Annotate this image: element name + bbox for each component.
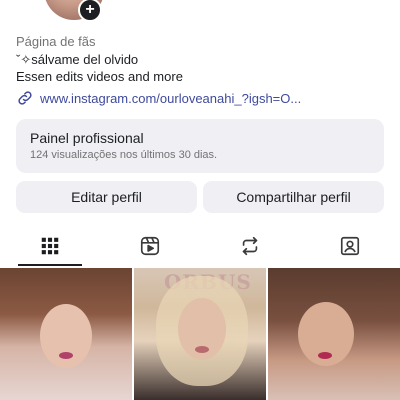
reels-icon <box>140 236 160 256</box>
tab-tagged[interactable] <box>300 226 400 266</box>
link-icon <box>18 91 32 105</box>
tab-reposts[interactable] <box>200 226 300 266</box>
avatar-container[interactable]: + <box>44 0 110 22</box>
post-detail <box>195 346 209 353</box>
grid-icon <box>41 237 59 255</box>
post-thumbnail[interactable] <box>0 268 132 400</box>
post-detail <box>318 352 332 359</box>
tab-reels[interactable] <box>100 226 200 266</box>
share-profile-button[interactable]: Compartilhar perfil <box>203 181 384 213</box>
bio-line-2: Essen edits videos and more <box>16 69 183 84</box>
professional-dashboard[interactable]: Painel profissional 124 visualizações no… <box>16 119 384 173</box>
profile-link[interactable]: www.instagram.com/ourloveanahi_?igsh=O..… <box>16 89 301 107</box>
profile-tabs <box>0 226 400 266</box>
profile-category: Página de fãs <box>16 34 96 49</box>
tagged-icon <box>340 236 360 256</box>
profile-link-text[interactable]: www.instagram.com/ourloveanahi_?igsh=O..… <box>40 91 301 106</box>
edit-profile-button[interactable]: Editar perfil <box>16 181 197 213</box>
post-detail <box>59 352 73 359</box>
posts-grid: ORBUS <box>0 268 400 400</box>
tab-grid[interactable] <box>0 226 100 266</box>
add-story-icon[interactable]: + <box>78 0 102 22</box>
professional-dashboard-title: Painel profissional <box>30 130 144 146</box>
post-thumbnail[interactable] <box>268 268 400 400</box>
bio-line-1: ˇ✧sálvame del olvido <box>16 52 139 67</box>
post-thumbnail[interactable]: ORBUS <box>134 268 266 400</box>
professional-dashboard-subtitle: 124 visualizações nos últimos 30 dias. <box>30 149 218 161</box>
reposts-icon <box>242 236 258 256</box>
